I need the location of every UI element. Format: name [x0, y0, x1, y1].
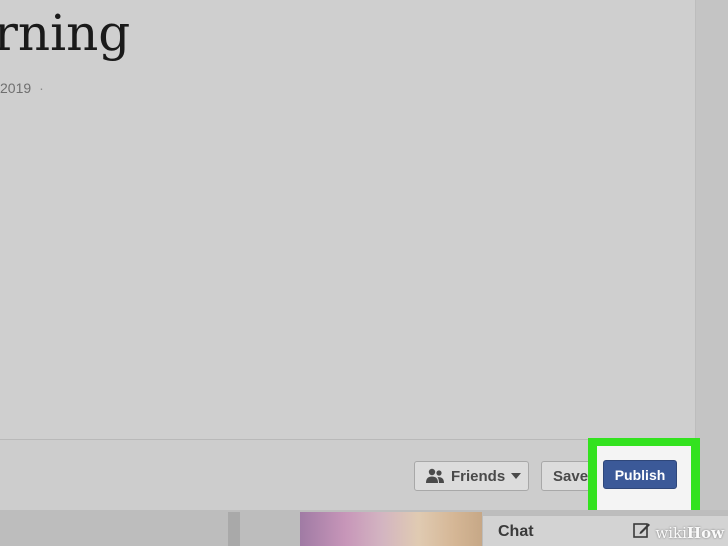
- friends-icon: [426, 468, 444, 483]
- meta-separator: ·: [39, 80, 44, 96]
- save-label: Save: [553, 467, 589, 485]
- compose-icon[interactable]: [633, 521, 651, 539]
- scrollbar-thumb[interactable]: [228, 512, 240, 546]
- note-date: 2019: [0, 80, 32, 96]
- privacy-selector-button[interactable]: Friends: [414, 461, 529, 491]
- caret-down-icon: [511, 473, 522, 479]
- page-background-right: [696, 0, 728, 546]
- publish-button[interactable]: Publish: [603, 460, 677, 489]
- note-meta: 2019 ·: [0, 80, 44, 96]
- privacy-label: Friends: [451, 467, 506, 485]
- publish-label: Publish: [614, 466, 666, 483]
- note-title[interactable]: rning: [0, 4, 130, 62]
- background-photo: [300, 512, 482, 546]
- chat-label: Chat: [498, 523, 534, 540]
- note-editor: rning 2019 · Friends Save: [0, 0, 696, 510]
- wikihow-watermark: wikiHow: [655, 524, 724, 542]
